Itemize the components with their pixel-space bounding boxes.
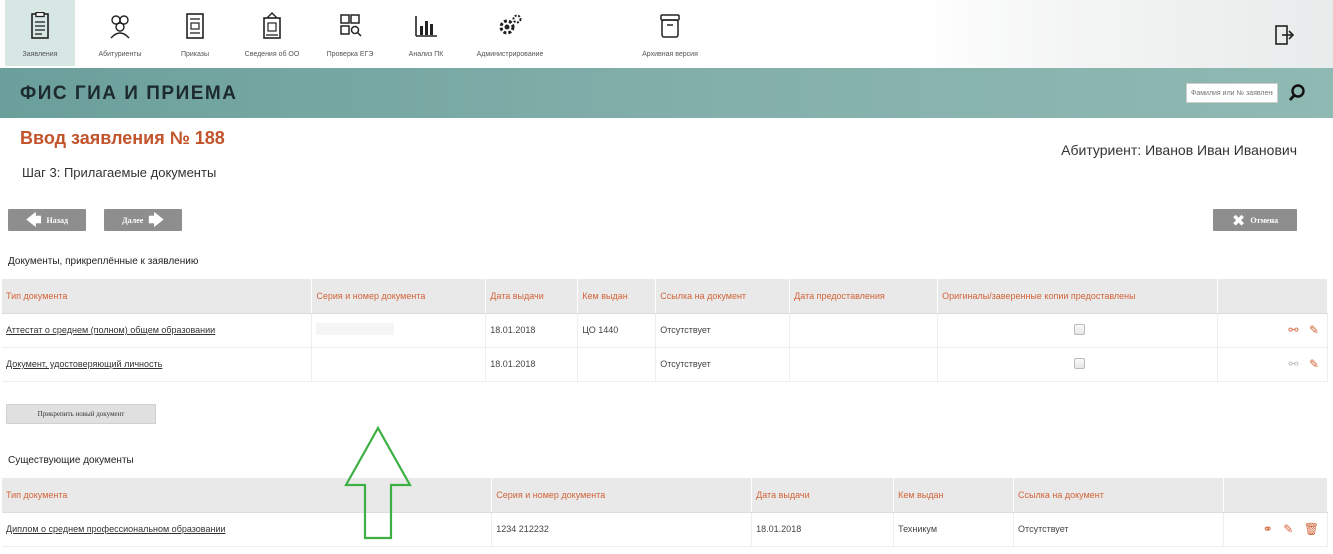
column-header: Тип документа xyxy=(2,478,493,513)
column-header: Дата выдачи xyxy=(751,478,895,513)
document-type-link[interactable]: Аттестат о среднем (полном) общем образо… xyxy=(6,325,215,335)
edit-pencil-icon[interactable]: ✎ xyxy=(1309,323,1319,337)
header-bar: ФИС ГИА И ПРИЕМА xyxy=(0,68,1333,118)
provided-date-cell xyxy=(789,313,939,348)
arrow-left-icon: 🡄 xyxy=(26,210,42,229)
toolbar-label: Сведения об ОО xyxy=(244,51,300,58)
orders-icon xyxy=(186,13,204,39)
attached-section-title: Документы, прикреплённые к заявлению xyxy=(8,256,199,267)
document-type-link[interactable]: Диплом о среднем профессиональном образо… xyxy=(6,524,226,534)
column-header-actions xyxy=(1223,478,1329,513)
column-header: Серия и номер документа xyxy=(491,478,753,513)
toolbar-label: Абитуриенты xyxy=(98,51,142,58)
unlink-icon[interactable]: ⚯ xyxy=(1288,357,1298,371)
toolbar-item-orders[interactable]: Приказы xyxy=(155,6,235,64)
column-header-actions xyxy=(1217,279,1329,314)
toolbar-item-organization[interactable]: Сведения об ОО xyxy=(232,6,312,64)
toolbar-label: Анализ ПК xyxy=(408,51,444,58)
document-type-link[interactable]: Документ, удостоверяющий личность xyxy=(6,359,162,369)
number-cell: 1234 212232 xyxy=(491,512,753,547)
edit-pencil-icon[interactable]: ✎ xyxy=(1309,357,1319,371)
column-header: Серия и номер документа xyxy=(311,279,487,314)
annotation-up-arrow-icon xyxy=(344,425,412,540)
search-input[interactable] xyxy=(1186,83,1278,103)
column-header: Дата предоставления xyxy=(789,279,939,314)
search-icon[interactable] xyxy=(1286,82,1308,104)
issuer-cell: Техникум xyxy=(893,512,1015,547)
toolbar-item-applicants[interactable]: Абитуриенты xyxy=(80,6,160,64)
column-header: Кем выдан xyxy=(577,279,657,314)
existing-documents-table: Тип документа Серия и номер документа Да… xyxy=(2,478,1329,547)
existing-section-title: Существующие документы xyxy=(8,455,134,466)
table-row: Документ, удостоверяющий личность 18.01.… xyxy=(2,347,1329,382)
applicant-name: Абитуриент: Иванов Иван Иванович xyxy=(1061,142,1297,158)
step-title: Шаг 3: Прилагаемые документы xyxy=(22,165,217,180)
gears-icon xyxy=(499,14,522,35)
archive-icon xyxy=(660,14,680,38)
column-header: Ссылка на документ xyxy=(655,279,791,314)
exit-icon[interactable] xyxy=(1273,24,1295,46)
top-toolbar: Заявления Абитуриенты Приказы Сведения о… xyxy=(0,0,1333,68)
trash-icon[interactable]: 🗑 xyxy=(1304,522,1319,536)
link-cell: Отсутствует xyxy=(655,313,791,348)
column-header: Кем выдан xyxy=(893,478,1015,513)
toolbar-label: Заявления xyxy=(22,51,58,58)
originals-checkbox[interactable] xyxy=(1074,357,1086,369)
back-button[interactable]: 🡄 Назад xyxy=(8,209,86,231)
column-header: Тип документа xyxy=(2,279,313,314)
cancel-button[interactable]: ✖ Отмена xyxy=(1213,209,1297,231)
toolbar-item-exam-check[interactable]: Проверка ЕГЭ xyxy=(310,6,390,64)
arrow-right-icon: 🡆 xyxy=(148,210,164,229)
exam-check-icon xyxy=(340,14,362,37)
toolbar-label: Приказы xyxy=(180,51,210,58)
table-header-row: Тип документа Серия и номер документа Да… xyxy=(2,478,1329,513)
applications-icon xyxy=(31,12,49,39)
toolbar-label: Проверка ЕГЭ xyxy=(326,51,374,58)
link-icon[interactable]: ⚭ xyxy=(1263,522,1273,536)
column-header: Ссылка на документ xyxy=(1013,478,1224,513)
date-cell: 18.01.2018 xyxy=(751,512,895,547)
organization-icon xyxy=(263,12,281,39)
toolbar-item-applications[interactable]: Заявления xyxy=(5,0,75,66)
issuer-cell: ЦО 1440 xyxy=(577,313,657,348)
app-title: ФИС ГИА И ПРИЕМА xyxy=(20,83,238,104)
column-header: Оригиналы/заверенные копии предоставлены xyxy=(937,279,1218,314)
attach-new-document-button[interactable]: Прикрепить новый документ xyxy=(6,404,156,424)
table-header-row: Тип документа Серия и номер документа Да… xyxy=(2,279,1329,314)
link-cell: Отсутствует xyxy=(655,347,791,382)
link-cell: Отсутствует xyxy=(1013,512,1224,547)
toolbar-item-administration[interactable]: Администрирование xyxy=(460,6,560,64)
column-header: Дата выдачи xyxy=(485,279,579,314)
edit-pencil-icon[interactable]: ✎ xyxy=(1283,522,1293,536)
close-icon: ✖ xyxy=(1231,210,1246,230)
date-cell: 18.01.2018 xyxy=(485,347,579,382)
next-button-label: Далее xyxy=(122,215,144,225)
number-cell xyxy=(311,347,487,382)
attached-documents-table: Тип документа Серия и номер документа Да… xyxy=(2,279,1329,382)
back-button-label: Назад xyxy=(46,215,68,225)
toolbar-label: Архивная версия xyxy=(642,51,698,58)
table-row: Диплом о среднем профессиональном образо… xyxy=(2,512,1329,547)
next-button[interactable]: Далее 🡆 xyxy=(104,209,182,231)
analytics-icon xyxy=(415,16,437,37)
date-cell: 18.01.2018 xyxy=(485,313,579,348)
page-title: Ввод заявления № 188 xyxy=(20,128,225,148)
toolbar-item-analytics[interactable]: Анализ ПК xyxy=(386,6,466,64)
provided-date-cell xyxy=(789,347,939,382)
applicants-icon xyxy=(110,15,130,39)
issuer-cell xyxy=(577,347,657,382)
originals-checkbox[interactable] xyxy=(1074,323,1086,335)
table-row: Аттестат о среднем (полном) общем образо… xyxy=(2,313,1329,348)
cancel-button-label: Отмена xyxy=(1250,215,1279,225)
toolbar-item-archive[interactable]: Архивная версия xyxy=(620,6,720,64)
toolbar-label: Администрирование xyxy=(476,51,544,58)
redacted-number xyxy=(316,323,395,335)
unlink-icon[interactable]: ⚯ xyxy=(1288,323,1298,337)
map-background xyxy=(913,0,1333,68)
